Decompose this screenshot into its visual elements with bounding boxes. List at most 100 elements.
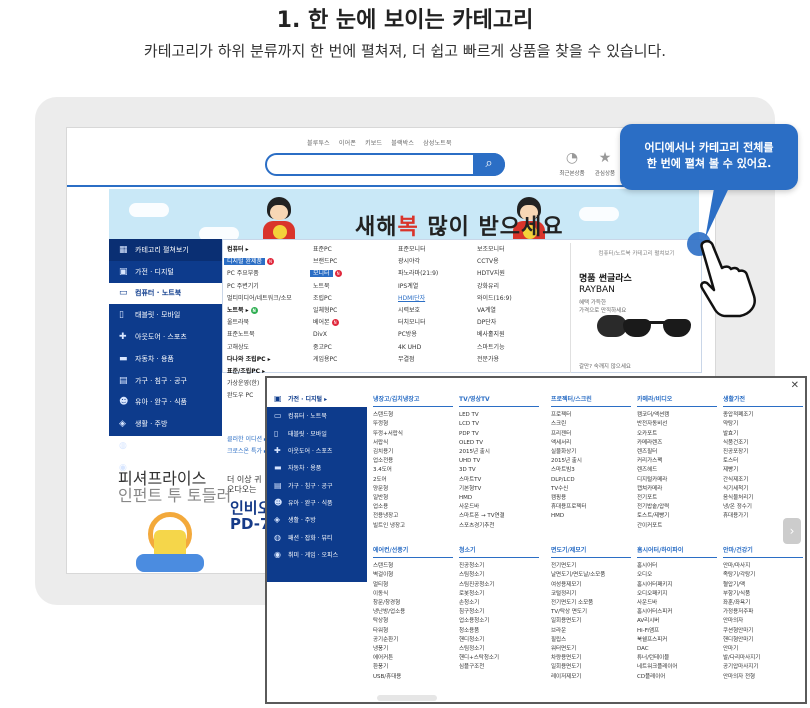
sidebar-item-appliance[interactable]: ▣ 가전 · 디지털 [109, 261, 222, 283]
horizontal-scrollbar[interactable] [377, 695, 437, 701]
popup-menu-item[interactable]: 스마트빔3 [551, 466, 631, 475]
menu-item[interactable]: 표준모니터 [398, 244, 438, 256]
menu-item[interactable]: 전문가용 [477, 354, 512, 366]
menu-item[interactable]: 강화유리 [477, 281, 512, 293]
menu-item[interactable]: 파노라마(21:9) [398, 268, 438, 280]
popup-menu-item[interactable]: 디지털카메라 [637, 476, 717, 485]
popup-sidebar-item[interactable]: ▣ 가전 · 디지털 ▸ [267, 390, 367, 408]
popup-menu-item[interactable]: 업소전용 [373, 457, 453, 466]
popup-menu-item[interactable]: 안마의자 [723, 617, 803, 626]
menu-item[interactable]: CCTV용 [477, 256, 512, 268]
popup-menu-item[interactable]: 간이커포트 [637, 522, 717, 531]
popup-menu-item[interactable]: 냉난방/업소용 [373, 608, 453, 617]
popup-menu-item[interactable]: 발효기 [723, 430, 803, 439]
popup-menu-item[interactable]: 전용냉장고 [373, 512, 453, 521]
sidebar-item-car[interactable]: ▬ 자동차 · 용품 [109, 348, 222, 370]
menu-item[interactable]: 베어본 N [313, 317, 342, 329]
popup-menu-item[interactable]: 필립스 [551, 636, 631, 645]
popup-menu-item[interactable]: TV/탁상 면도기 [551, 608, 631, 617]
popup-menu-item[interactable]: 안마기 [723, 645, 803, 654]
popup-menu-item[interactable]: 카메라렌즈 [637, 439, 717, 448]
popup-menu-item[interactable]: 가정용저주파 [723, 608, 803, 617]
search-button[interactable]: ⌕ [473, 153, 505, 176]
top-link[interactable]: 이어폰 [339, 140, 356, 147]
menu-item[interactable]: HDMI단자 [398, 293, 438, 305]
popup-menu-item[interactable]: HMD [459, 494, 539, 503]
menu-item[interactable]: IPS계열 [398, 281, 438, 293]
menu-item[interactable]: 표준PC [313, 244, 342, 256]
menu-item[interactable]: 멀티미디어/네트워크/소모 [227, 293, 292, 305]
popup-menu-item[interactable]: 3.4도어 [373, 466, 453, 475]
menu-item[interactable]: 4K UHD [398, 342, 438, 354]
popup-menu-item[interactable]: 냉풍기 [373, 645, 453, 654]
popup-menu-item[interactable]: 스팀정소기 [459, 645, 539, 654]
popup-menu-item[interactable]: 스마트폰 → TV연결 [459, 512, 539, 521]
menu-item[interactable]: 베사홀지원 [477, 329, 512, 341]
menu-item[interactable]: DivX [313, 329, 342, 341]
popup-menu-item[interactable]: 핸디청소기 [459, 636, 539, 645]
popup-menu-item[interactable]: 식품건조기 [723, 439, 803, 448]
popup-menu-item[interactable]: LCD TV [459, 420, 539, 429]
popup-menu-item[interactable]: 2015년 출시 [459, 448, 539, 457]
popup-menu-item[interactable]: 음식물처리기 [723, 494, 803, 503]
popup-menu-item[interactable]: 진공청소기 [459, 562, 539, 571]
menu-item[interactable]: 시력보호 [398, 305, 438, 317]
popup-menu-item[interactable]: 스팀진공청소기 [459, 581, 539, 590]
popup-menu-item[interactable]: 로봇청소기 [459, 590, 539, 599]
popup-menu-item[interactable]: 뚜껑형 [373, 420, 453, 429]
popup-menu-item[interactable]: 공기압마사지기 [723, 663, 803, 672]
popup-menu-item[interactable]: 토스터 [723, 457, 803, 466]
popup-menu-item[interactable]: 탁상형 [373, 617, 453, 626]
popup-menu-item[interactable]: 양문형 [373, 485, 453, 494]
popup-menu-item[interactable]: 약탕기 [723, 420, 803, 429]
popup-menu-item[interactable]: 공기순환기 [373, 636, 453, 645]
menu-item[interactable]: 게임용PC [313, 354, 342, 366]
popup-menu-item[interactable]: TV수신 [551, 485, 631, 494]
popup-menu-item[interactable]: 진공포장기 [723, 448, 803, 457]
popup-menu-item[interactable]: 심플구조천 [459, 663, 539, 672]
popup-menu-item[interactable]: 안마/마사지 [723, 562, 803, 571]
menu-item[interactable]: 보조모니터 [477, 244, 512, 256]
sidebar-item-expand-all[interactable]: ▦ 카테고리 펼쳐보기 [109, 239, 222, 261]
popup-menu-item[interactable]: 렌즈필터 [637, 448, 717, 457]
menu-item[interactable]: PC방용 [398, 329, 438, 341]
sidebar-item-living[interactable]: ◈ 생활 · 주방 [109, 413, 222, 435]
menu-item[interactable]: VA계열 [477, 305, 512, 317]
menu-item-selected[interactable]: 디지털 완제품 N [224, 256, 292, 268]
menu-item[interactable]: 무결점 [398, 354, 438, 366]
popup-menu-item[interactable]: 액세서리 [551, 439, 631, 448]
popup-menu-item[interactable]: USB/휴대용 [373, 673, 453, 682]
popup-menu-item[interactable]: 캡쳐카메라 [637, 485, 717, 494]
sidebar-item-tablet[interactable]: ▯ 태블릿 · 모바일 [109, 304, 222, 326]
popup-menu-item[interactable]: 스포츠경기추천 [459, 522, 539, 531]
popup-menu-item[interactable]: 3D TV [459, 466, 539, 475]
popup-menu-item[interactable]: 발/다리마사지기 [723, 654, 803, 663]
popup-menu-item[interactable]: 빌트인 냉장고 [373, 522, 453, 531]
menu-item[interactable]: 다나와 조립PC ▸ [227, 354, 292, 366]
popup-menu-item[interactable]: 좌훈/좌욕기 [723, 599, 803, 608]
popup-menu-item[interactable]: 벽걸이형 [373, 571, 453, 580]
popup-menu-item[interactable]: 날면도기/면도날/소모품 [551, 571, 631, 580]
menu-item[interactable]: 스마트기능 [477, 342, 512, 354]
popup-menu-item[interactable]: 냉/온 정수기 [723, 503, 803, 512]
menu-item[interactable]: 노트북 ▸ N [227, 305, 292, 317]
popup-menu-item[interactable]: 서랍식 [373, 439, 453, 448]
popup-menu-item[interactable]: 오디오 [637, 571, 717, 580]
menu-item[interactable]: DP단자 [477, 317, 512, 329]
popup-menu-item[interactable]: 렌즈헤드 [637, 466, 717, 475]
popup-menu-item[interactable]: 제빵기 [723, 466, 803, 475]
popup-menu-item[interactable]: 반전자동비선 [637, 420, 717, 429]
top-link[interactable]: 키보드 [365, 140, 382, 147]
popup-sidebar-item[interactable]: ▬ 자동차 · 용품 [267, 459, 367, 476]
popup-menu-item[interactable]: 휴대용가기 [723, 512, 803, 521]
popup-menu-item[interactable]: 북쉘프스피커 [637, 636, 717, 645]
star-icon[interactable]: ★ [590, 150, 620, 166]
popup-menu-item[interactable]: UHD TV [459, 457, 539, 466]
popup-menu-item[interactable]: 커리가스팩 [637, 457, 717, 466]
popup-menu-item[interactable]: 차량용면도기 [551, 654, 631, 663]
menu-item[interactable]: 브랜드PC [313, 256, 342, 268]
popup-menu-item[interactable]: 부항기/식품 [723, 590, 803, 599]
popup-menu-item[interactable]: 홈시어터패키지 [637, 581, 717, 590]
menu-item[interactable]: 와이드(16:9) [477, 293, 512, 305]
close-icon[interactable]: ✕ [791, 380, 799, 391]
